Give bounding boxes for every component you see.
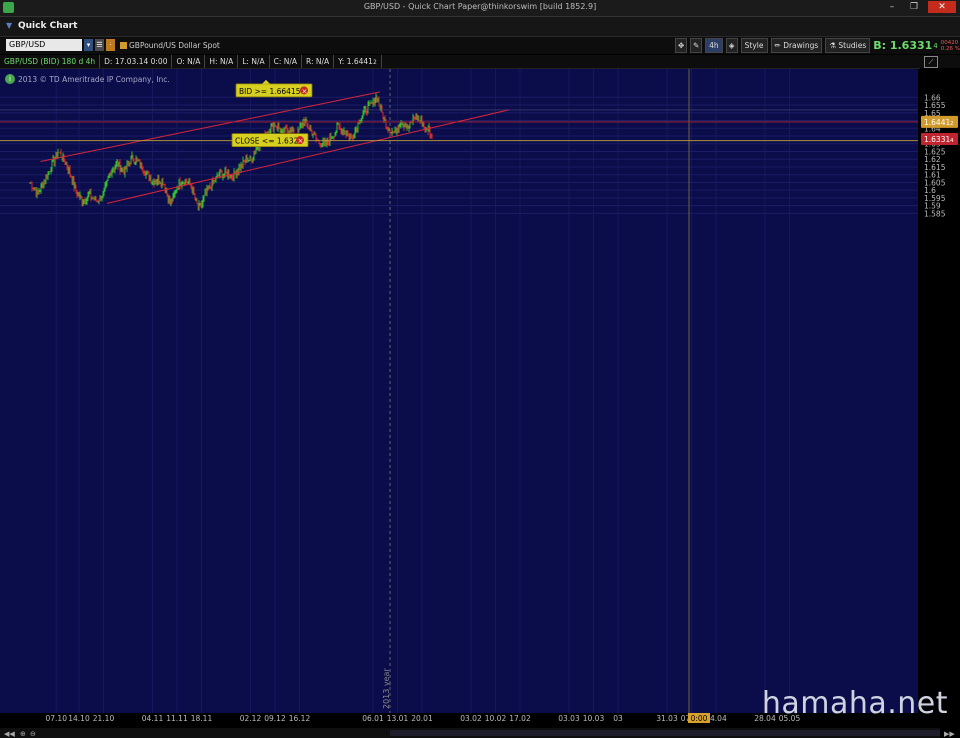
symbol-lookup-icon[interactable]: ☰ <box>95 39 104 51</box>
scroll-end-icon[interactable]: ▶▶ <box>944 730 955 738</box>
alert-label: BID >= 1.66415 <box>239 87 301 96</box>
x-tick-label: 17.02 <box>509 714 531 723</box>
price-chart[interactable]: 2013 year 1.5851.591.5951.61.6051.611.61… <box>0 69 960 713</box>
x-tick-label: 04.11 <box>142 714 164 723</box>
info-y: Y: 1.64412 <box>334 55 382 68</box>
restore-icon[interactable]: ❐ <box>906 1 922 13</box>
symbol-description: GBPound/US Dollar Spot <box>120 41 220 50</box>
y-tick-label: 1.605 <box>924 178 946 187</box>
window-controls: – ❐ ✕ <box>884 1 956 13</box>
y-tick-label: 1.61 <box>924 171 941 180</box>
info-range: R: N/A <box>302 55 335 68</box>
x-tick-label: 21.10 <box>93 714 115 723</box>
bid-display: B: 1.6331 4 00420 0.26 % <box>873 38 960 52</box>
chart-settings-strip: ⟋ <box>920 55 960 68</box>
info-date: D: 17.03.14 0:00 <box>100 55 173 68</box>
x-tick-label: 31.03 <box>656 714 678 723</box>
symbol-dropdown-icon[interactable]: ▾ <box>84 39 93 51</box>
x-tick-label: 03.03 <box>558 714 580 723</box>
y-tick-label: 1.59 <box>924 202 941 211</box>
price-marker-suffix: 2 <box>950 121 954 127</box>
info-open: O: N/A <box>172 55 206 68</box>
pencil-icon: ✏ <box>774 41 784 50</box>
chart-area[interactable] <box>0 69 918 713</box>
year-label: 2013 year <box>382 668 391 709</box>
toolbar-right: ✥ ✎ 4h ◈ Style ✏ Drawings ⚗ Studies B: 1… <box>675 38 960 53</box>
collapse-icon[interactable]: ▼ <box>6 21 12 30</box>
x-tick-label: 02.12 <box>240 714 262 723</box>
zoom-in-icon[interactable]: ⊕ <box>20 730 26 738</box>
style-icon[interactable]: ◈ <box>725 38 738 53</box>
symbol-input[interactable]: GBP/USD <box>6 39 82 51</box>
x-tick-label: 20.01 <box>411 714 433 723</box>
window-title-bar: GBP/USD - Quick Chart Paper@thinkorswim … <box>0 0 960 17</box>
timeframe-selector[interactable]: 4h <box>705 38 723 53</box>
y-tick-label: 1.62 <box>924 155 941 164</box>
style-button[interactable]: Style <box>740 38 768 53</box>
close-icon[interactable]: ✕ <box>928 1 956 13</box>
remove-alert-glyph: × <box>302 87 308 95</box>
drawings-button[interactable]: ✏ Drawings <box>770 38 823 53</box>
x-tick-label: 09.12 <box>264 714 286 723</box>
remove-alert-glyph: × <box>298 137 304 145</box>
copyright-text: 2013 © TD Ameritrade IP Company, Inc. <box>18 75 170 84</box>
x-tick-label: 11.11 <box>166 714 188 723</box>
x-tick-label: 07.10 <box>46 714 68 723</box>
price-marker-suffix: 4 <box>950 138 954 144</box>
y-tick-label: 1.615 <box>924 163 946 172</box>
alert-label: CLOSE <= 1.632 <box>235 137 299 146</box>
info-icon[interactable]: i <box>5 74 15 84</box>
wrench-icon[interactable]: ✎ <box>690 38 703 53</box>
chart-settings-icon[interactable]: ⟋ <box>924 56 938 68</box>
info-high: H: N/A <box>205 55 239 68</box>
x-tick-label: 13.01 <box>387 714 409 723</box>
window-title: GBP/USD - Quick Chart Paper@thinkorswim … <box>363 2 597 11</box>
description-marker-icon <box>120 42 127 49</box>
x-tick-label: 14.10 <box>68 714 90 723</box>
chart-info-bar: GBP/USD (BID) 180 d 4h D: 17.03.14 0:00 … <box>0 55 920 69</box>
x-tick-label: 03 <box>613 714 623 723</box>
y-tick-label: 1.655 <box>924 101 946 110</box>
info-low: L: N/A <box>238 55 270 68</box>
y-tick-label: 1.6 <box>924 186 936 195</box>
x-tick-label: 06.01 <box>362 714 384 723</box>
change-percent: 0.26 % <box>940 45 960 52</box>
y-tick-label: 1.625 <box>924 147 946 156</box>
price-marker-label: 1.6331 <box>924 135 950 144</box>
x-tick-label: 10.03 <box>583 714 605 723</box>
watermark: hamaha.net <box>761 686 948 721</box>
y-tick-label: 1.595 <box>924 194 946 203</box>
y-tick-label: 1.66 <box>924 93 941 102</box>
x-tick-label: 03.02 <box>460 714 482 723</box>
x-tick-label: 16.12 <box>289 714 311 723</box>
current-time-label: 0:00 <box>691 714 708 723</box>
price-marker-label: 1.6441 <box>924 118 950 127</box>
x-tick-label: 18.11 <box>191 714 213 723</box>
minimize-icon[interactable]: – <box>884 1 900 13</box>
info-close: C: N/A <box>270 55 303 68</box>
x-tick-label: 10.02 <box>485 714 507 723</box>
crosshair-icon[interactable]: ✥ <box>675 38 688 53</box>
y-tick-label: 1.585 <box>924 209 946 218</box>
panel-header: ▼ Quick Chart <box>0 17 960 37</box>
chart-toolbar: GBP/USD ▾ ☰ · GBPound/US Dollar Spot ✥ ✎… <box>0 37 960 54</box>
panel-title: Quick Chart <box>18 21 78 31</box>
studies-button[interactable]: ⚗ Studies <box>825 38 871 53</box>
info-series: GBP/USD (BID) 180 d 4h <box>0 55 101 68</box>
zoom-out-icon[interactable]: ⊖ <box>30 730 36 738</box>
scroll-start-icon[interactable]: ◀◀ <box>4 730 15 738</box>
symbol-link-icon[interactable]: · <box>106 39 115 51</box>
